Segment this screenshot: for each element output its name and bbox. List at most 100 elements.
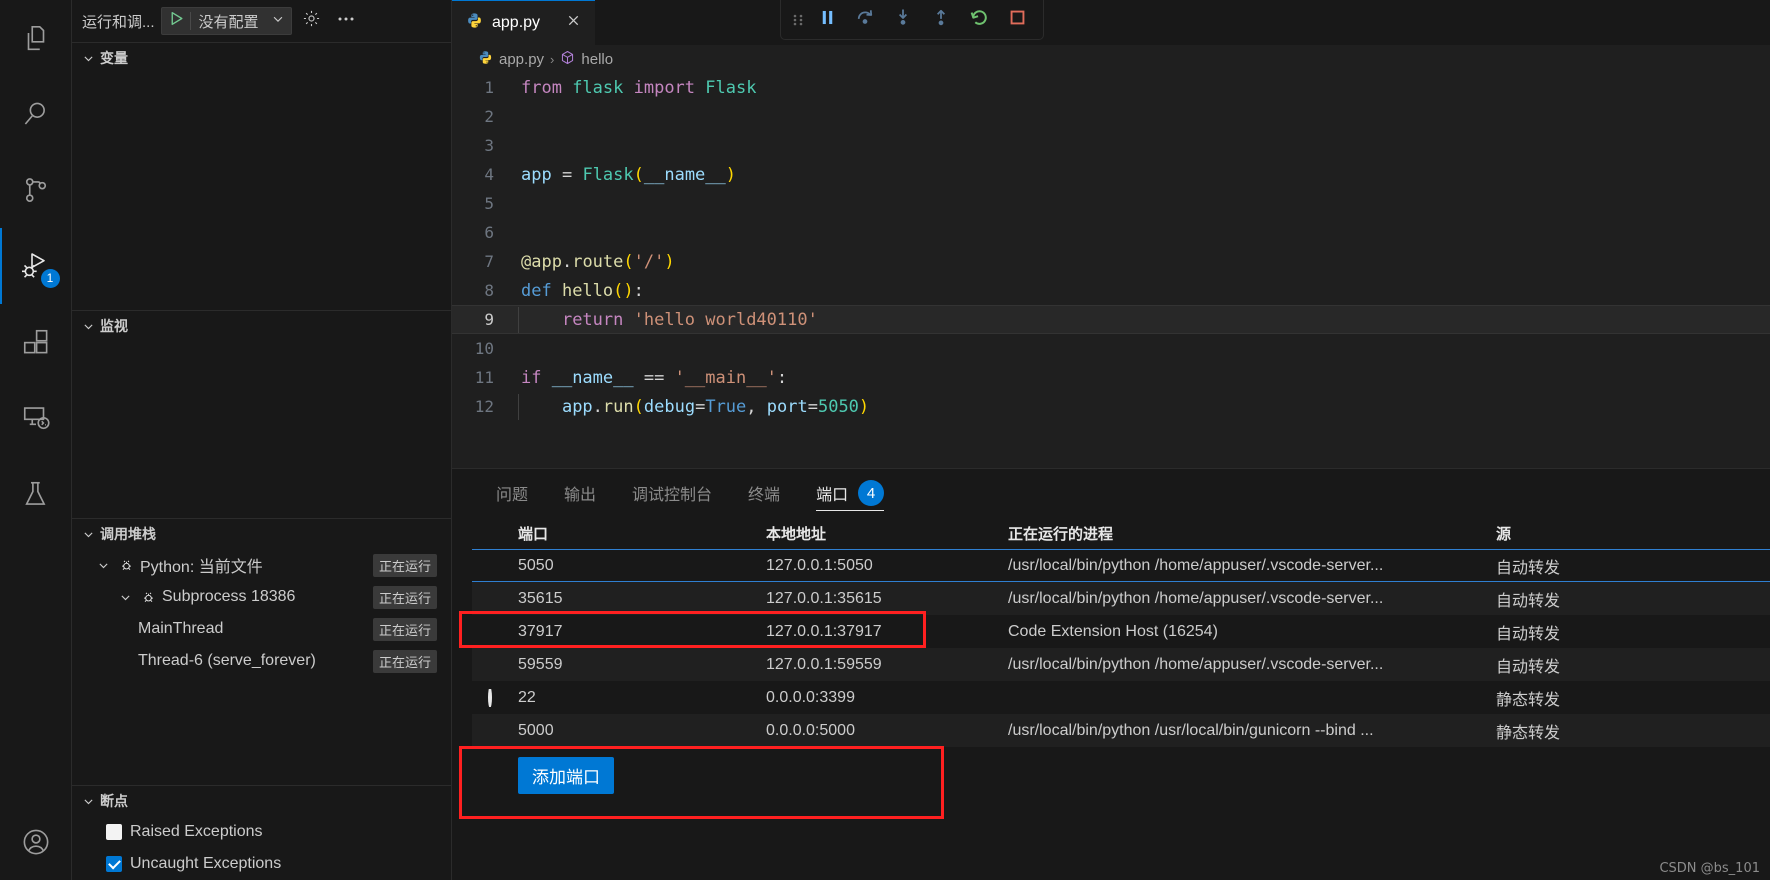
add-port-button[interactable]: 添加端口 bbox=[518, 757, 614, 794]
port-number: 59559 bbox=[518, 655, 563, 673]
activitybar-item-run-and-debug[interactable]: 1 bbox=[0, 228, 72, 304]
sidebar-more-actions-button[interactable] bbox=[332, 7, 360, 35]
checkbox-unchecked-icon[interactable] bbox=[106, 824, 122, 840]
port-source: 自动转发 bbox=[1496, 592, 1561, 610]
panel-tab-ports[interactable]: 端口 4 bbox=[798, 469, 902, 517]
ports-table-row[interactable]: 22 0.0.0.0:3399 静态转发 bbox=[472, 681, 1770, 714]
call-stack-row[interactable]: MainThread 正在运行 bbox=[72, 613, 451, 645]
code-text: def hello(): bbox=[521, 280, 644, 301]
code-editor[interactable]: 1 from flask import Flask 2 3 4 app = Flas… bbox=[452, 73, 1770, 468]
panel-tab-terminal[interactable]: 终端 bbox=[730, 469, 798, 517]
header-port[interactable]: 端口 bbox=[512, 523, 760, 544]
chevron-down-icon[interactable] bbox=[94, 559, 112, 572]
launch-config-dropdown[interactable] bbox=[267, 12, 289, 31]
breadcrumb-symbol[interactable]: hello bbox=[560, 50, 613, 69]
call-stack-row[interactable]: Subprocess 18386 正在运行 bbox=[72, 581, 451, 613]
section-label-variables: 变量 bbox=[100, 50, 128, 66]
section-header-breakpoints[interactable]: 断点 bbox=[72, 786, 451, 816]
code-line-current: 9 return 'hello world40110' bbox=[452, 305, 1770, 334]
ports-table-header: 端口 本地地址 正在运行的进程 源 bbox=[472, 517, 1770, 549]
drag-handle[interactable] bbox=[789, 4, 807, 36]
header-address[interactable]: 本地地址 bbox=[760, 523, 1002, 544]
editor-tab-bar-filler bbox=[595, 0, 1770, 45]
activitybar-item-testing[interactable] bbox=[0, 456, 72, 532]
checkbox-checked-icon[interactable] bbox=[106, 856, 122, 872]
code-text: return 'hello world40110' bbox=[518, 306, 818, 333]
section-header-watch[interactable]: 监视 bbox=[72, 311, 451, 341]
section-header-call-stack[interactable]: 调用堆栈 bbox=[72, 519, 451, 549]
breadcrumb-file[interactable]: app.py bbox=[478, 50, 544, 69]
code-line: 7 @app.route('/') bbox=[452, 247, 1770, 276]
start-debugging-button[interactable] bbox=[164, 8, 190, 34]
add-port-row: 添加端口 bbox=[472, 747, 1770, 794]
code-text: app.run(debug=True, port=5050) bbox=[518, 393, 869, 420]
ports-table-row[interactable]: 59559 127.0.0.1:59559 /usr/local/bin/pyt… bbox=[472, 648, 1770, 681]
editor-tab-app-py[interactable]: app.py bbox=[452, 0, 596, 45]
ports-table-row[interactable]: 5050 127.0.0.1:5050 /usr/local/bin/pytho… bbox=[472, 549, 1770, 582]
step-out-button[interactable] bbox=[923, 4, 959, 36]
port-process: Code Extension Host (16254) bbox=[1008, 622, 1218, 640]
panel-tab-debug-console[interactable]: 调试控制台 bbox=[614, 469, 730, 517]
pause-button[interactable] bbox=[809, 4, 845, 36]
breakpoint-item-raised-exceptions[interactable]: Raised Exceptions bbox=[72, 816, 451, 848]
chevron-down-icon[interactable] bbox=[116, 591, 134, 604]
code-text: @app.route('/') bbox=[521, 251, 675, 272]
section-call-stack: 调用堆栈 Python: 当前文件 正在运行 Subprocess 18386 … bbox=[72, 518, 451, 785]
ports-table-row[interactable]: 5000 0.0.0.0:5000 /usr/local/bin/python … bbox=[472, 714, 1770, 747]
activitybar-item-extensions[interactable] bbox=[0, 304, 72, 380]
launch-config-label: 没有配置 bbox=[198, 13, 259, 31]
panel-tab-label: 端口 bbox=[816, 487, 849, 504]
port-source: 自动转发 bbox=[1496, 625, 1561, 643]
ports-table-row[interactable]: 37917 127.0.0.1:37917 Code Extension Hos… bbox=[472, 615, 1770, 648]
header-source[interactable]: 源 bbox=[1490, 523, 1770, 544]
port-number: 22 bbox=[518, 688, 536, 706]
line-number: 1 bbox=[484, 78, 494, 97]
section-label-call-stack: 调用堆栈 bbox=[100, 526, 156, 542]
activitybar-item-account[interactable] bbox=[0, 804, 72, 880]
debug-toolbar bbox=[780, 0, 1044, 40]
port-address: 127.0.0.1:35615 bbox=[766, 589, 882, 607]
call-stack-label: Python: 当前文件 bbox=[140, 559, 263, 576]
port-source: 自动转发 bbox=[1496, 559, 1561, 577]
restart-button[interactable] bbox=[961, 4, 997, 36]
port-source: 自动转发 bbox=[1496, 658, 1561, 676]
ports-view: 端口 本地地址 正在运行的进程 源 5050 127.0.0.1:5050 /u… bbox=[452, 517, 1770, 880]
breadcrumb-file-label: app.py bbox=[499, 50, 545, 68]
port-status bbox=[472, 688, 512, 707]
panel-tab-label: 输出 bbox=[564, 487, 597, 504]
port-process: /usr/local/bin/python /usr/local/bin/gun… bbox=[1008, 721, 1374, 739]
activitybar-item-remote-explorer[interactable] bbox=[0, 380, 72, 456]
code-line: 4 app = Flask(__name__) bbox=[452, 160, 1770, 189]
call-stack-row[interactable]: Python: 当前文件 正在运行 bbox=[72, 549, 451, 581]
launch-config-control[interactable]: 没有配置 bbox=[160, 7, 292, 35]
step-into-button[interactable] bbox=[885, 4, 921, 36]
call-stack-row[interactable]: Thread-6 (serve_forever) 正在运行 bbox=[72, 645, 451, 677]
activitybar-item-explorer[interactable] bbox=[0, 0, 72, 76]
activitybar-item-source-control[interactable] bbox=[0, 152, 72, 228]
code-line: 1 from flask import Flask bbox=[452, 73, 1770, 102]
port-process: /usr/local/bin/python /home/appuser/.vsc… bbox=[1008, 556, 1384, 574]
remote-explorer-icon bbox=[21, 403, 51, 433]
code-line: 12 app.run(debug=True, port=5050) bbox=[452, 392, 1770, 421]
header-process[interactable]: 正在运行的进程 bbox=[1002, 523, 1490, 544]
step-into-icon bbox=[893, 7, 913, 32]
grip-icon bbox=[793, 14, 803, 25]
debug-session-icon bbox=[139, 590, 157, 605]
breakpoint-item-uncaught-exceptions[interactable]: Uncaught Exceptions bbox=[72, 848, 451, 880]
open-launch-json-button[interactable] bbox=[298, 7, 326, 35]
section-header-variables[interactable]: 变量 bbox=[72, 43, 451, 73]
step-over-button[interactable] bbox=[847, 4, 883, 36]
panel-tab-output[interactable]: 输出 bbox=[546, 469, 614, 517]
port-process: /usr/local/bin/python /home/appuser/.vsc… bbox=[1008, 589, 1384, 607]
ports-table-row[interactable]: 35615 127.0.0.1:35615 /usr/local/bin/pyt… bbox=[472, 582, 1770, 615]
editor-tab-close-button[interactable] bbox=[563, 13, 583, 33]
indent-guide bbox=[518, 306, 519, 333]
gear-icon bbox=[302, 9, 321, 33]
call-stack-status: 正在运行 bbox=[372, 585, 437, 609]
activitybar-item-search[interactable] bbox=[0, 76, 72, 152]
editor-area: app.py app.py › hello 1 from flask impor… bbox=[452, 0, 1770, 880]
stop-button[interactable] bbox=[999, 4, 1035, 36]
code-text: app = Flask(__name__) bbox=[521, 164, 737, 185]
panel-tab-problems[interactable]: 问题 bbox=[478, 469, 546, 517]
port-address: 0.0.0.0:5000 bbox=[766, 721, 855, 739]
